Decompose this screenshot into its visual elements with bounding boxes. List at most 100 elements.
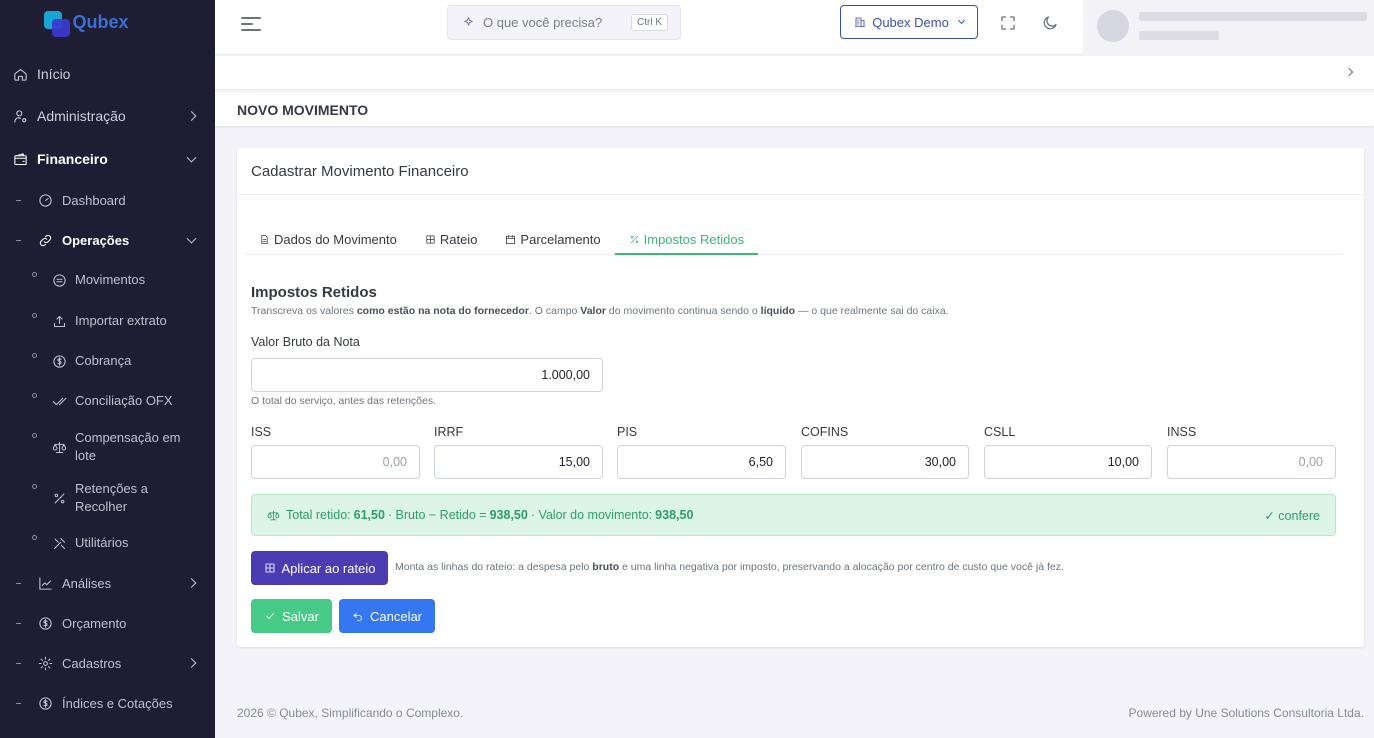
bruto-input[interactable] — [251, 358, 603, 392]
percent-icon — [51, 490, 67, 506]
section-title: Impostos Retidos — [251, 284, 377, 301]
sidebar-item-utilitarios[interactable]: Utilitários — [0, 531, 215, 555]
footer-powered-by: Powered by Une Solutions Consultoria Ltd… — [1128, 706, 1364, 720]
sidebar-item-orcamento[interactable]: Orçamento — [0, 611, 215, 635]
sidebar-item-financeiro[interactable]: Financeiro — [0, 146, 215, 172]
tab-parcelamento[interactable]: Parcelamento — [491, 226, 614, 255]
chevron-right-icon[interactable] — [1344, 67, 1354, 77]
chevron-down-icon — [957, 16, 965, 25]
grid-icon — [264, 562, 276, 574]
sidebar-item-cadastros[interactable]: Cadastros — [0, 651, 215, 675]
chart-line-icon — [37, 575, 53, 591]
sidebar-item-importar-extrato[interactable]: Importar extrato — [0, 309, 215, 333]
dollar-icon — [51, 353, 67, 369]
form-tabs: Dados do Movimento Rateio Parcelamento I… — [245, 226, 1343, 255]
calendar-icon — [505, 234, 516, 245]
sidebar-item-movimentos[interactable]: Movimentos — [0, 268, 215, 292]
irrf-input[interactable] — [434, 445, 603, 479]
dollar-icon — [37, 695, 53, 711]
liquido-value: 938,50 — [489, 508, 528, 522]
check-icon — [264, 610, 276, 622]
movement-form-card: Cadastrar Movimento Financeiro Dados do … — [237, 148, 1364, 647]
inss-label: INSS — [1167, 425, 1197, 439]
gauge-icon — [37, 192, 53, 208]
sidebar-item-label: Início — [37, 66, 71, 82]
bruto-label: Valor Bruto da Nota — [251, 335, 360, 349]
sidebar-item-dashboard[interactable]: Dashboard — [0, 188, 215, 212]
sparkle-search-icon — [462, 16, 475, 29]
movimento-value: 938,50 — [655, 508, 694, 522]
retention-summary: Total retido: 61,50 · Bruto − Retido = 9… — [251, 494, 1336, 536]
irrf-label: IRRF — [434, 425, 464, 439]
sidebar-item-indices[interactable]: Índices e Cotações — [0, 691, 215, 715]
user-menu[interactable] — [1083, 0, 1374, 55]
menu-toggle-icon[interactable] — [241, 16, 261, 32]
dollar-icon — [37, 615, 53, 631]
avatar — [1097, 10, 1129, 42]
sidebar-item-retencoes[interactable]: Retenções a Recolher — [0, 480, 215, 516]
gear-icon — [37, 655, 53, 671]
section-description: Transcreva os valores como estão na nota… — [251, 305, 949, 317]
search-placeholder: O que você precisa? — [483, 15, 603, 30]
sidebar-item-inicio[interactable]: Início — [0, 61, 215, 87]
iss-input[interactable] — [251, 445, 420, 479]
chevron-right-icon — [186, 578, 197, 588]
pis-label: PIS — [617, 425, 638, 439]
breadcrumb-bar — [215, 56, 1374, 90]
company-selector-button[interactable]: Qubex Demo — [840, 5, 978, 39]
scale-icon — [267, 509, 280, 522]
inss-input[interactable] — [1167, 445, 1336, 479]
pis-input[interactable] — [617, 445, 786, 479]
apply-help-text: Monta as linhas do rateio: a despesa pel… — [395, 561, 1064, 573]
building-icon — [854, 16, 866, 28]
csll-input[interactable] — [984, 445, 1152, 479]
tab-dados-movimento[interactable]: Dados do Movimento — [245, 226, 411, 255]
scale-icon — [51, 439, 67, 455]
sidebar-item-label: Administração — [37, 108, 126, 124]
chevron-down-icon — [186, 152, 197, 163]
double-check-icon — [51, 393, 67, 409]
percent-icon — [629, 234, 640, 245]
card-title: Cadastrar Movimento Financeiro — [237, 148, 1364, 195]
file-icon — [259, 234, 270, 245]
topbar: O que você precisa? Ctrl K Qubex Demo — [215, 0, 1374, 55]
sidebar-item-analises[interactable]: Análises — [0, 571, 215, 595]
cancel-button[interactable]: Cancelar — [339, 599, 435, 633]
sidebar-item-conciliacao-ofx[interactable]: Conciliação OFX — [0, 389, 215, 413]
bruto-help: O total do serviço, antes das retenções. — [251, 395, 437, 407]
link-icon — [37, 232, 53, 248]
home-icon — [12, 66, 28, 82]
cofins-input[interactable] — [801, 445, 969, 479]
tab-impostos-retidos[interactable]: Impostos Retidos — [614, 226, 759, 255]
sidebar-item-cobranca[interactable]: Cobrança — [0, 349, 215, 373]
cofins-label: COFINS — [801, 425, 849, 439]
coin-icon — [51, 272, 67, 288]
tab-rateio[interactable]: Rateio — [411, 226, 492, 255]
grid-icon — [425, 234, 436, 245]
sidebar-item-compensacao-lote[interactable]: Compensação em lote — [0, 429, 215, 465]
apply-rateio-button[interactable]: Aplicar ao rateio — [251, 551, 388, 585]
wallet-icon — [12, 151, 28, 167]
total-retido-value: 61,50 — [353, 508, 385, 522]
logo-mark-icon — [44, 11, 71, 37]
logo[interactable]: Qubex — [0, 0, 215, 48]
status-badge: ✓ confere — [1264, 509, 1320, 523]
fullscreen-icon[interactable] — [997, 12, 1019, 34]
chevron-right-icon — [186, 111, 197, 121]
footer-copyright: 2026 © Qubex, Simplificando o Complexo. — [237, 706, 464, 720]
chevron-right-icon — [186, 658, 197, 668]
dark-mode-icon[interactable] — [1039, 12, 1061, 34]
logo-text: Qubex — [72, 11, 129, 32]
sidebar-item-operacoes[interactable]: Operações — [0, 228, 215, 252]
page-title: NOVO MOVIMENTO — [237, 102, 369, 118]
sidebar-item-label: Financeiro — [37, 151, 108, 167]
sidebar: Qubex Início Administração Financeiro Da… — [0, 0, 215, 738]
upload-icon — [51, 313, 67, 329]
chevron-down-icon — [186, 233, 197, 244]
search-shortcut-badge: Ctrl K — [631, 14, 668, 31]
search-box[interactable]: O que você precisa? Ctrl K — [447, 5, 681, 40]
sidebar-item-administracao[interactable]: Administração — [0, 103, 215, 129]
page-title-bar: NOVO MOVIMENTO — [215, 92, 1374, 126]
iss-label: ISS — [251, 425, 272, 439]
save-button[interactable]: Salvar — [251, 599, 332, 633]
